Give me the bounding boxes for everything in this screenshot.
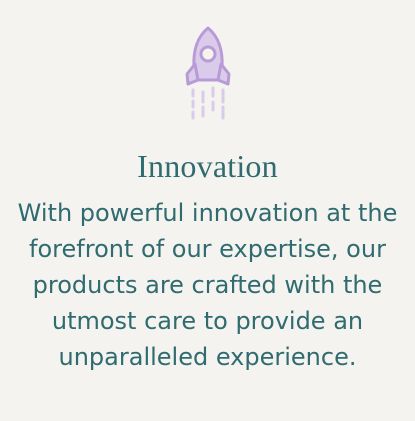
feature-card: Innovation With powerful innovation at t…	[0, 0, 415, 421]
rocket-icon	[173, 24, 243, 120]
feature-description: With powerful innovation at the forefron…	[17, 199, 398, 371]
feature-title: Innovation	[137, 148, 278, 184]
